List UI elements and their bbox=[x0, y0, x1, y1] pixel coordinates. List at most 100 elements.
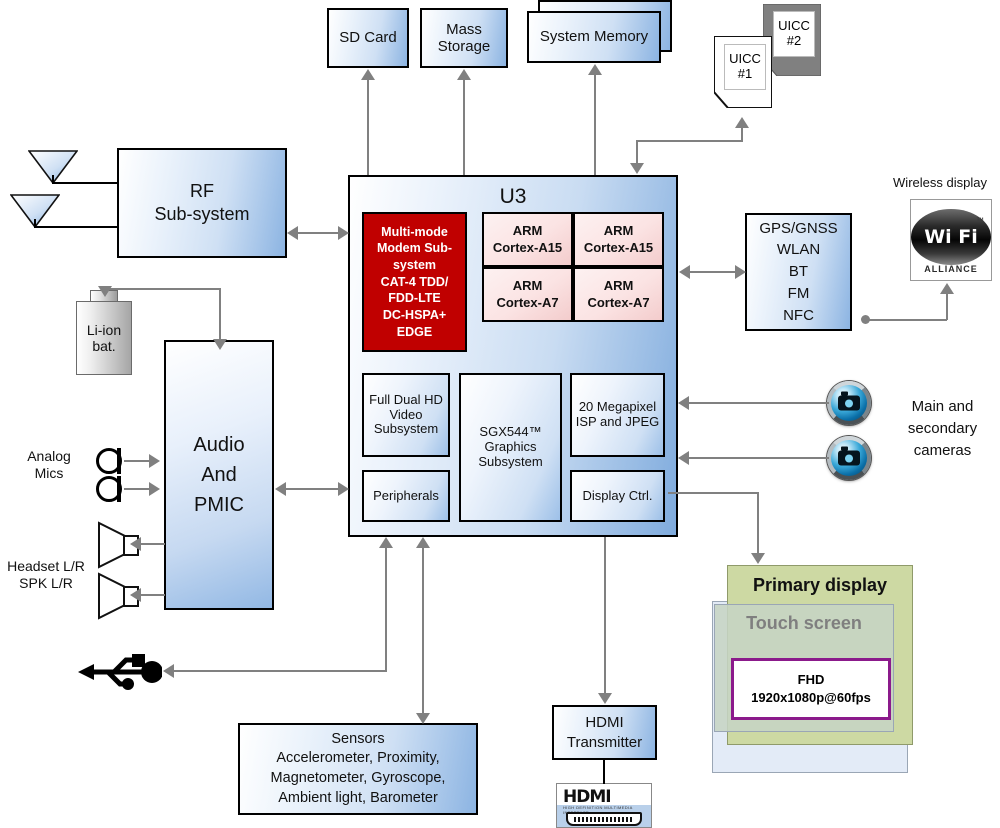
speakers-label: Headset L/R SPK L/R bbox=[0, 558, 92, 592]
sd-card-block: SD Card bbox=[327, 8, 409, 68]
system-memory-block: System Memory bbox=[527, 11, 661, 63]
isp-jpeg-label: 20 Megapixel ISP and JPEG bbox=[575, 399, 660, 429]
mass-storage-label: Mass Storage bbox=[437, 20, 491, 55]
antenna-1-feed-v bbox=[52, 175, 54, 184]
soc-title: U3 bbox=[499, 185, 527, 208]
arrow-audio-left bbox=[275, 482, 286, 496]
battery-line1: Li-ion bbox=[86, 322, 122, 338]
audio-line2: And bbox=[201, 464, 237, 486]
arrow-audio-right bbox=[338, 482, 349, 496]
video-subsystem-block: Full Dual HD Video Subsystem bbox=[362, 373, 450, 457]
uicc1-line1: UICC bbox=[729, 51, 761, 67]
cam-line1: Main and bbox=[911, 398, 974, 415]
sensors-line1: Accelerometer, Proximity, bbox=[276, 750, 440, 767]
arrow-wifi bbox=[940, 283, 954, 294]
modem-line-4: CAT-4 TDD/ bbox=[380, 274, 449, 289]
arrow-display bbox=[751, 553, 765, 564]
audio-line3: PMIC bbox=[194, 494, 244, 516]
arrow-uicc bbox=[735, 117, 749, 128]
arrow-spk2 bbox=[130, 588, 141, 602]
rf-subsystem-block: RF Sub-system bbox=[117, 148, 287, 258]
core4-line1: ARM bbox=[603, 278, 634, 294]
conn-spk2 bbox=[139, 594, 165, 596]
arrow-battery-to-audio bbox=[213, 339, 227, 350]
hdmi-pins bbox=[574, 817, 634, 822]
conn-line4: FM bbox=[787, 284, 810, 302]
arm-core-a15-2: ARM Cortex-A15 bbox=[573, 212, 664, 267]
hdmi-logo-plate: HDMI HIGH DEFINITION MULTIMEDIA INTERFAC… bbox=[556, 783, 652, 828]
sensors-block: Sensors Accelerometer, Proximity, Magnet… bbox=[238, 723, 478, 815]
touch-screen-label: Touch screen bbox=[746, 613, 862, 633]
camera-glyph-2 bbox=[838, 446, 860, 466]
cam-line2: secondary bbox=[907, 419, 978, 437]
conn-uicc-horizontal bbox=[636, 140, 743, 142]
hdmi-connector-icon: HDMI HIGH DEFINITION MULTIMEDIA INTERFAC… bbox=[556, 783, 652, 828]
rf-line1: RF bbox=[190, 180, 214, 201]
hdmi-port-shape bbox=[566, 812, 642, 826]
modem-line-7: EDGE bbox=[396, 324, 433, 339]
conn-wifi-horizontal bbox=[866, 319, 947, 321]
arrow-mic2 bbox=[149, 482, 160, 496]
arrow-camera1 bbox=[678, 396, 689, 410]
block-diagram-canvas: SD Card Mass Storage System Memory UICC … bbox=[0, 0, 1000, 828]
modem-line-6: DC-HSPA+ bbox=[382, 307, 447, 322]
conn-audio-soc bbox=[284, 488, 340, 490]
analog-mic-2-bar bbox=[117, 476, 121, 502]
analog-mic-1-bar bbox=[117, 448, 121, 474]
modem-line-2: Modem Sub- bbox=[377, 241, 452, 256]
conn-soc-mass-storage bbox=[463, 80, 465, 175]
conn-line2: WLAN bbox=[776, 241, 821, 259]
conn-display-drop bbox=[757, 492, 759, 554]
main-camera-icon bbox=[827, 381, 871, 425]
conn-usb-horizontal bbox=[172, 670, 387, 672]
arrow-rf-right bbox=[338, 226, 349, 240]
mass-storage-block: Mass Storage bbox=[420, 8, 508, 68]
uicc1-line2: #1 bbox=[737, 66, 753, 81]
sensors-line2: Magnetometer, Gyroscope, bbox=[270, 770, 446, 786]
uicc-card-1: UICC #1 bbox=[713, 35, 773, 109]
conn-soc-sdcard bbox=[367, 80, 369, 175]
arrow-sensors-up bbox=[416, 537, 430, 548]
system-memory-label: System Memory bbox=[539, 28, 649, 46]
hdmi-transmitter-block: HDMI Transmitter bbox=[552, 705, 657, 760]
wifi-logo-tm: ™ bbox=[976, 216, 984, 225]
conn-battery-drop bbox=[219, 288, 221, 342]
hdmi-line1: HDMI bbox=[585, 714, 624, 731]
peripherals-label: Peripherals bbox=[373, 487, 439, 503]
audio-pmic-block: Audio And PMIC bbox=[164, 340, 274, 610]
hdmi-line2: Transmitter bbox=[566, 733, 643, 751]
antenna-1-feed bbox=[52, 182, 119, 184]
spk-line2: SPK L/R bbox=[19, 574, 73, 591]
hdmi-logo-word: HDMI bbox=[563, 787, 612, 807]
arrow-connectivity-left bbox=[679, 265, 690, 279]
battery-line2: bat. bbox=[92, 338, 116, 354]
conn-sensors bbox=[422, 548, 424, 716]
modem-line-1: Multi-mode bbox=[381, 224, 448, 239]
arrow-battery bbox=[98, 286, 112, 297]
audio-line1: Audio bbox=[193, 434, 245, 456]
arm-core-a7-2: ARM Cortex-A7 bbox=[573, 267, 664, 322]
modem-line-3: system bbox=[392, 258, 437, 273]
mics-line1: Analog bbox=[27, 448, 71, 464]
arrow-rf-left bbox=[287, 226, 298, 240]
conn-line3: BT bbox=[788, 263, 809, 281]
conn-battery-horizontal bbox=[104, 288, 221, 290]
conn-uicc-drop bbox=[636, 140, 638, 164]
arrow-hdmi bbox=[598, 693, 612, 704]
core1-line1: ARM bbox=[512, 223, 543, 239]
core3-line1: ARM bbox=[512, 278, 543, 294]
arrow-connectivity-right bbox=[735, 265, 746, 279]
battery-body: Li-ion bat. bbox=[76, 301, 132, 375]
fhd-line1: FHD bbox=[797, 671, 825, 687]
conn-hdmi-drop bbox=[604, 537, 606, 694]
core3-line2: Cortex-A7 bbox=[496, 294, 559, 310]
cam-line3: cameras bbox=[913, 441, 972, 459]
conn-rf-soc bbox=[296, 232, 340, 234]
peripherals-block: Peripherals bbox=[362, 470, 450, 522]
arrow-uicc-to-soc bbox=[630, 163, 644, 174]
conn-display-horizontal bbox=[668, 492, 759, 494]
conn-mic1 bbox=[124, 460, 150, 462]
arm-core-a15-1: ARM Cortex-A15 bbox=[482, 212, 573, 267]
conn-spk1 bbox=[139, 543, 165, 545]
uicc2-line1: UICC bbox=[778, 18, 810, 34]
